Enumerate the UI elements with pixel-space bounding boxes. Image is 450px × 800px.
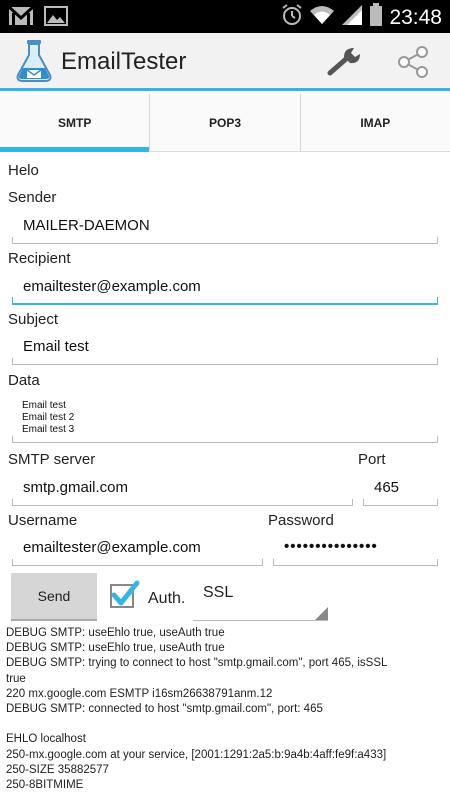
subject-value: Email test bbox=[23, 338, 89, 355]
password-label: Password bbox=[268, 512, 334, 529]
signal-icon bbox=[341, 4, 363, 31]
status-bar: 23:48 bbox=[0, 0, 450, 33]
battery-icon bbox=[369, 3, 383, 32]
tab-smtp[interactable]: SMTP bbox=[0, 94, 150, 152]
log-line: DEBUG SMTP: useEhlo true, useAuth true bbox=[6, 642, 225, 655]
alarm-icon bbox=[281, 3, 303, 32]
clock-time: 23:48 bbox=[389, 5, 442, 29]
port-value: 465 bbox=[374, 479, 400, 496]
log-line: 250-8BITMIME bbox=[6, 779, 84, 792]
data-line: Email test 3 bbox=[22, 424, 75, 435]
recipient-label: Recipient bbox=[8, 250, 71, 267]
tab-label: SMTP bbox=[57, 115, 92, 130]
recipient-value: emailtester@example.com bbox=[23, 278, 201, 295]
subject-field[interactable]: Email test bbox=[12, 331, 438, 365]
security-spinner[interactable]: SSL bbox=[193, 575, 328, 621]
debug-log: DEBUG SMTP: useEhlo true, useAuth true D… bbox=[6, 626, 446, 793]
wrench-icon[interactable] bbox=[326, 45, 364, 77]
auth-checkbox[interactable] bbox=[110, 580, 140, 608]
data-field[interactable]: Email test Email test 2 Email test 3 bbox=[12, 393, 438, 443]
log-line: EHLO localhost bbox=[6, 733, 86, 746]
log-line: DEBUG SMTP: trying to connect to host "s… bbox=[6, 657, 388, 670]
wifi-icon bbox=[309, 4, 335, 31]
gallery-icon bbox=[44, 5, 68, 32]
checkmark-icon bbox=[111, 580, 140, 606]
password-value: ••••••••••••••• bbox=[284, 538, 378, 555]
log-line: DEBUG SMTP: useEhlo true, useAuth true bbox=[6, 627, 225, 639]
username-field[interactable]: emailtester@example.com bbox=[12, 532, 263, 566]
data-line: Email test bbox=[22, 400, 66, 411]
tab-pop3[interactable]: POP3 bbox=[149, 94, 299, 151]
send-button[interactable]: Send bbox=[11, 573, 97, 621]
helo-label: Helo bbox=[8, 162, 39, 179]
send-button-label: Send bbox=[37, 588, 71, 604]
log-line: true bbox=[6, 672, 26, 685]
sender-value: MAILER-DAEMON bbox=[23, 217, 150, 234]
tab-label: POP3 bbox=[208, 115, 241, 130]
gmail-icon bbox=[7, 5, 35, 32]
log-line: 250-mx.google.com at your service, [2001… bbox=[6, 748, 387, 761]
auth-label: Auth. bbox=[148, 590, 186, 607]
port-field[interactable]: 465 bbox=[363, 472, 438, 506]
subject-label: Subject bbox=[8, 311, 59, 328]
smtp-server-field[interactable]: smtp.gmail.com bbox=[12, 472, 353, 506]
sender-label: Sender bbox=[8, 189, 57, 206]
sender-field[interactable]: MAILER-DAEMON bbox=[12, 210, 438, 244]
password-field[interactable]: ••••••••••••••• bbox=[273, 532, 438, 566]
data-line: Email test 2 bbox=[22, 412, 75, 423]
log-line: 250-SIZE 35882577 bbox=[6, 763, 109, 776]
app-title: EmailTester bbox=[61, 48, 187, 75]
protocol-tabs: SMTP POP3 IMAP bbox=[0, 94, 450, 152]
security-value: SSL bbox=[203, 584, 234, 601]
dropdown-triangle-icon bbox=[315, 607, 328, 620]
tab-label: IMAP bbox=[360, 115, 391, 130]
recipient-field[interactable]: emailtester@example.com bbox=[12, 271, 438, 305]
tab-imap[interactable]: IMAP bbox=[299, 94, 450, 151]
smtp-server-value: smtp.gmail.com bbox=[23, 479, 129, 496]
action-bar: EmailTester bbox=[0, 33, 450, 91]
username-label: Username bbox=[8, 512, 78, 529]
port-label: Port bbox=[358, 451, 386, 468]
share-icon[interactable] bbox=[396, 45, 430, 79]
smtp-server-label: SMTP server bbox=[8, 451, 96, 468]
flask-icon[interactable] bbox=[14, 39, 54, 83]
log-line: 220 mx.google.com ESMTP i16sm26638791anm… bbox=[6, 687, 273, 700]
log-line: DEBUG SMTP: connected to host "smtp.gmai… bbox=[6, 703, 323, 716]
username-value: emailtester@example.com bbox=[23, 539, 201, 556]
data-label: Data bbox=[8, 372, 40, 389]
